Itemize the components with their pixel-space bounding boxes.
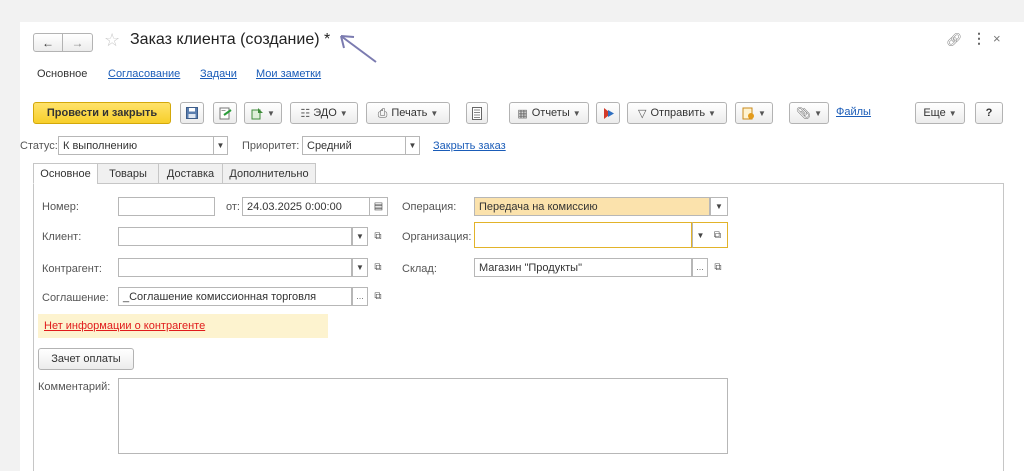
edo-label: ЭДО: [313, 107, 337, 119]
operation-value: Передача на комиссию: [479, 200, 598, 213]
organization-dropdown-icon[interactable]: ▼: [692, 222, 708, 248]
status-select[interactable]: К выполнению: [58, 136, 214, 155]
agreement-label: Соглашение:: [42, 292, 109, 304]
counterparty-field[interactable]: [118, 258, 352, 277]
back-button[interactable]: ←: [33, 33, 63, 52]
send-button[interactable]: ▽ Отправить ▼: [627, 102, 727, 124]
tab-main[interactable]: Основное: [33, 163, 98, 184]
tab-additional[interactable]: Дополнительно: [222, 163, 316, 184]
subtab-my-notes[interactable]: Мои заметки: [256, 68, 321, 80]
generate-document-button[interactable]: ▼: [735, 102, 773, 124]
number-field[interactable]: [118, 197, 215, 216]
files-link[interactable]: Файлы: [836, 106, 871, 118]
counterparty-label: Контрагент:: [42, 263, 102, 275]
client-open-icon[interactable]: ⧉: [370, 227, 386, 246]
warehouse-open-icon[interactable]: ⧉: [710, 258, 726, 277]
status-value: К выполнению: [63, 139, 138, 152]
calendar-icon[interactable]: ▤: [370, 197, 388, 216]
reports-label: Отчеты: [531, 107, 570, 119]
comment-textarea[interactable]: [118, 378, 728, 454]
counterparty-info-warning-link[interactable]: Нет информации о контрагенте: [44, 320, 205, 332]
date-value: 24.03.2025 0:00:00: [247, 200, 342, 213]
journal-icon: [472, 106, 482, 120]
tab-delivery[interactable]: Доставка: [158, 163, 223, 184]
warehouse-field[interactable]: Магазин "Продукты": [474, 258, 692, 277]
payment-offset-button[interactable]: Зачет оплаты: [38, 348, 134, 370]
client-field[interactable]: [118, 227, 352, 246]
attach-button[interactable]: 📎︎ ▼: [789, 102, 829, 124]
edo-icon: ☷: [300, 107, 311, 120]
agreement-value: _Соглашение комиссионная торговля: [123, 290, 317, 303]
arrow-right-icon: →: [71, 35, 84, 50]
favorite-star-icon[interactable]: ☆: [104, 30, 120, 51]
date-prefix-label: от:: [226, 201, 240, 213]
subtab-main[interactable]: Основное: [37, 68, 87, 80]
related-documents-button[interactable]: [596, 102, 620, 124]
date-field[interactable]: 24.03.2025 0:00:00: [242, 197, 370, 216]
operation-label: Операция:: [402, 201, 457, 213]
close-icon[interactable]: ×: [993, 31, 1001, 46]
send-icon: ▽: [638, 107, 647, 120]
subtab-tasks[interactable]: Задачи: [200, 68, 237, 80]
page-title: Заказ клиента (создание) *: [130, 31, 331, 48]
post-document-icon: [219, 107, 232, 119]
close-order-link[interactable]: Закрыть заказ: [433, 140, 506, 152]
operation-dropdown-icon[interactable]: ▼: [710, 197, 728, 216]
post-and-close-button[interactable]: Провести и закрыть: [33, 102, 171, 124]
print-label: Печать: [391, 107, 428, 119]
related-documents-icon: [603, 107, 614, 119]
agreement-open-icon[interactable]: ⧉: [370, 287, 386, 306]
number-label: Номер:: [42, 201, 79, 213]
agreement-select-icon[interactable]: …: [352, 287, 368, 306]
client-dropdown-icon[interactable]: ▼: [352, 227, 368, 246]
priority-select[interactable]: Средний: [302, 136, 406, 155]
print-button[interactable]: ⎙ Печать ▼: [366, 102, 450, 124]
warehouse-label: Склад:: [402, 263, 437, 275]
edo-button[interactable]: ☷ ЭДО ▼: [290, 102, 358, 124]
tab-goods[interactable]: Товары: [97, 163, 159, 184]
organization-label: Организация:: [402, 231, 472, 243]
link-icon[interactable]: 🔗︎: [946, 32, 963, 48]
create-based-on-icon: [251, 107, 264, 119]
warehouse-select-icon[interactable]: …: [692, 258, 708, 277]
warehouse-value: Магазин "Продукты": [479, 261, 582, 274]
subtab-approval[interactable]: Согласование: [108, 68, 180, 80]
post-document-button[interactable]: [213, 102, 237, 124]
forward-button[interactable]: →: [63, 33, 93, 52]
organization-field[interactable]: [474, 222, 692, 248]
status-dropdown-icon[interactable]: ▼: [214, 136, 228, 155]
create-based-on-button[interactable]: ▼: [244, 102, 282, 124]
pointer-arrow-annotation: [340, 35, 377, 63]
status-label: Статус:: [20, 140, 58, 152]
help-button[interactable]: ?: [975, 102, 1003, 124]
priority-label: Приоритет:: [242, 140, 300, 152]
generate-document-icon: [742, 107, 755, 119]
organization-open-icon[interactable]: ⧉: [708, 222, 728, 248]
save-button[interactable]: [180, 102, 204, 124]
more-vertical-icon[interactable]: ⋮: [972, 30, 986, 47]
counterparty-dropdown-icon[interactable]: ▼: [352, 258, 368, 277]
paperclip-icon: 📎︎: [795, 106, 812, 120]
document-journal-button[interactable]: [466, 102, 488, 124]
reports-button[interactable]: ▦ Отчеты ▼: [509, 102, 589, 124]
counterparty-open-icon[interactable]: ⧉: [370, 258, 386, 277]
save-icon: [186, 107, 198, 119]
agreement-field[interactable]: _Соглашение комиссионная торговля: [118, 287, 352, 306]
priority-dropdown-icon[interactable]: ▼: [406, 136, 420, 155]
comment-label: Комментарий:: [38, 381, 111, 393]
printer-icon: ⎙: [377, 105, 388, 120]
priority-value: Средний: [307, 139, 352, 152]
more-button[interactable]: Еще ▼: [915, 102, 965, 124]
more-label: Еще: [923, 107, 946, 119]
arrow-left-icon: ←: [42, 35, 54, 50]
client-label: Клиент:: [42, 231, 82, 243]
send-label: Отправить: [650, 107, 706, 119]
operation-select[interactable]: Передача на комиссию: [474, 197, 710, 216]
reports-icon: ▦: [517, 107, 528, 120]
